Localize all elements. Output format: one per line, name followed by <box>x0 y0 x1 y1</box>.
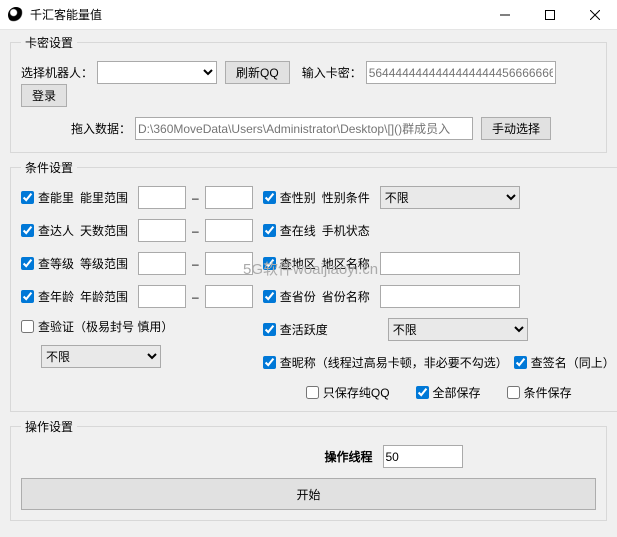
start-button[interactable]: 开始 <box>21 478 596 510</box>
age-to-input[interactable] <box>205 285 253 308</box>
condition-legend: 条件设置 <box>21 159 77 176</box>
minimize-button[interactable] <box>482 0 527 29</box>
drag-label: 拖入数据： <box>71 120 131 137</box>
level-range-label: 等级范围 <box>80 255 128 272</box>
gender-select[interactable]: 不限 <box>380 186 520 209</box>
thread-input[interactable] <box>383 445 463 468</box>
online-label: 手机状态 <box>322 222 370 239</box>
operation-section: 操作设置 操作线程 开始 <box>10 418 607 521</box>
maximize-button[interactable] <box>527 0 572 29</box>
verify-check[interactable]: 查验证（极易封号 慎用） <box>21 318 173 335</box>
province-check[interactable]: 查省份 <box>263 288 316 305</box>
app-icon <box>8 7 24 23</box>
condition-section: 条件设置 查能里 能里范围 – 查达人 天数范围 – <box>10 159 617 412</box>
energy-range-label: 能里范围 <box>80 189 128 206</box>
close-button[interactable] <box>572 0 617 29</box>
key-label: 输入卡密： <box>302 64 362 81</box>
level-to-input[interactable] <box>205 252 253 275</box>
refresh-qq-button[interactable]: 刷新QQ <box>225 61 290 84</box>
save-all-check[interactable]: 全部保存 <box>416 384 481 401</box>
sign-check[interactable]: 查签名（同上） <box>514 354 615 371</box>
active-select[interactable]: 不限 <box>388 318 528 341</box>
dash: – <box>192 191 199 205</box>
operation-legend: 操作设置 <box>21 418 77 435</box>
online-check[interactable]: 查在线 <box>263 222 316 239</box>
age-from-input[interactable] <box>138 285 186 308</box>
gender-check[interactable]: 查性别 <box>263 189 316 206</box>
daren-from-input[interactable] <box>138 219 186 242</box>
robot-select[interactable] <box>97 61 217 84</box>
level-from-input[interactable] <box>138 252 186 275</box>
region-input[interactable] <box>380 252 520 275</box>
thread-label: 操作线程 <box>324 448 372 465</box>
save-cond-check[interactable]: 条件保存 <box>507 384 572 401</box>
titlebar: 千汇客能量值 <box>0 0 617 30</box>
daren-check[interactable]: 查达人 <box>21 222 74 239</box>
age-check[interactable]: 查年龄 <box>21 288 74 305</box>
province-input[interactable] <box>380 285 520 308</box>
window-title: 千汇客能量值 <box>30 6 482 23</box>
nick-check[interactable]: 查昵称（线程过高易卡顿，非必要不勾选） <box>263 354 508 371</box>
daren-to-input[interactable] <box>205 219 253 242</box>
energy-check[interactable]: 查能里 <box>21 189 74 206</box>
verify-select[interactable]: 不限 <box>41 345 161 368</box>
save-pure-check[interactable]: 只保存纯QQ <box>306 384 390 401</box>
active-check[interactable]: 查活跃度 <box>263 321 328 338</box>
age-range-label: 年龄范围 <box>80 288 128 305</box>
level-check[interactable]: 查等级 <box>21 255 74 272</box>
gender-label: 性别条件 <box>322 189 376 206</box>
region-label: 地区名称 <box>322 255 376 272</box>
drag-input[interactable] <box>135 117 473 140</box>
energy-to-input[interactable] <box>205 186 253 209</box>
card-legend: 卡密设置 <box>21 34 77 51</box>
energy-from-input[interactable] <box>138 186 186 209</box>
key-input[interactable] <box>366 61 556 84</box>
robot-label: 选择机器人： <box>21 64 93 81</box>
region-check[interactable]: 查地区 <box>263 255 316 272</box>
login-button[interactable]: 登录 <box>21 84 67 107</box>
card-section: 卡密设置 选择机器人： 刷新QQ 输入卡密： 登录 拖入数据： 手动选择 <box>10 34 607 153</box>
manual-select-button[interactable]: 手动选择 <box>481 117 551 140</box>
province-label: 省份名称 <box>322 288 376 305</box>
daren-range-label: 天数范围 <box>80 222 128 239</box>
